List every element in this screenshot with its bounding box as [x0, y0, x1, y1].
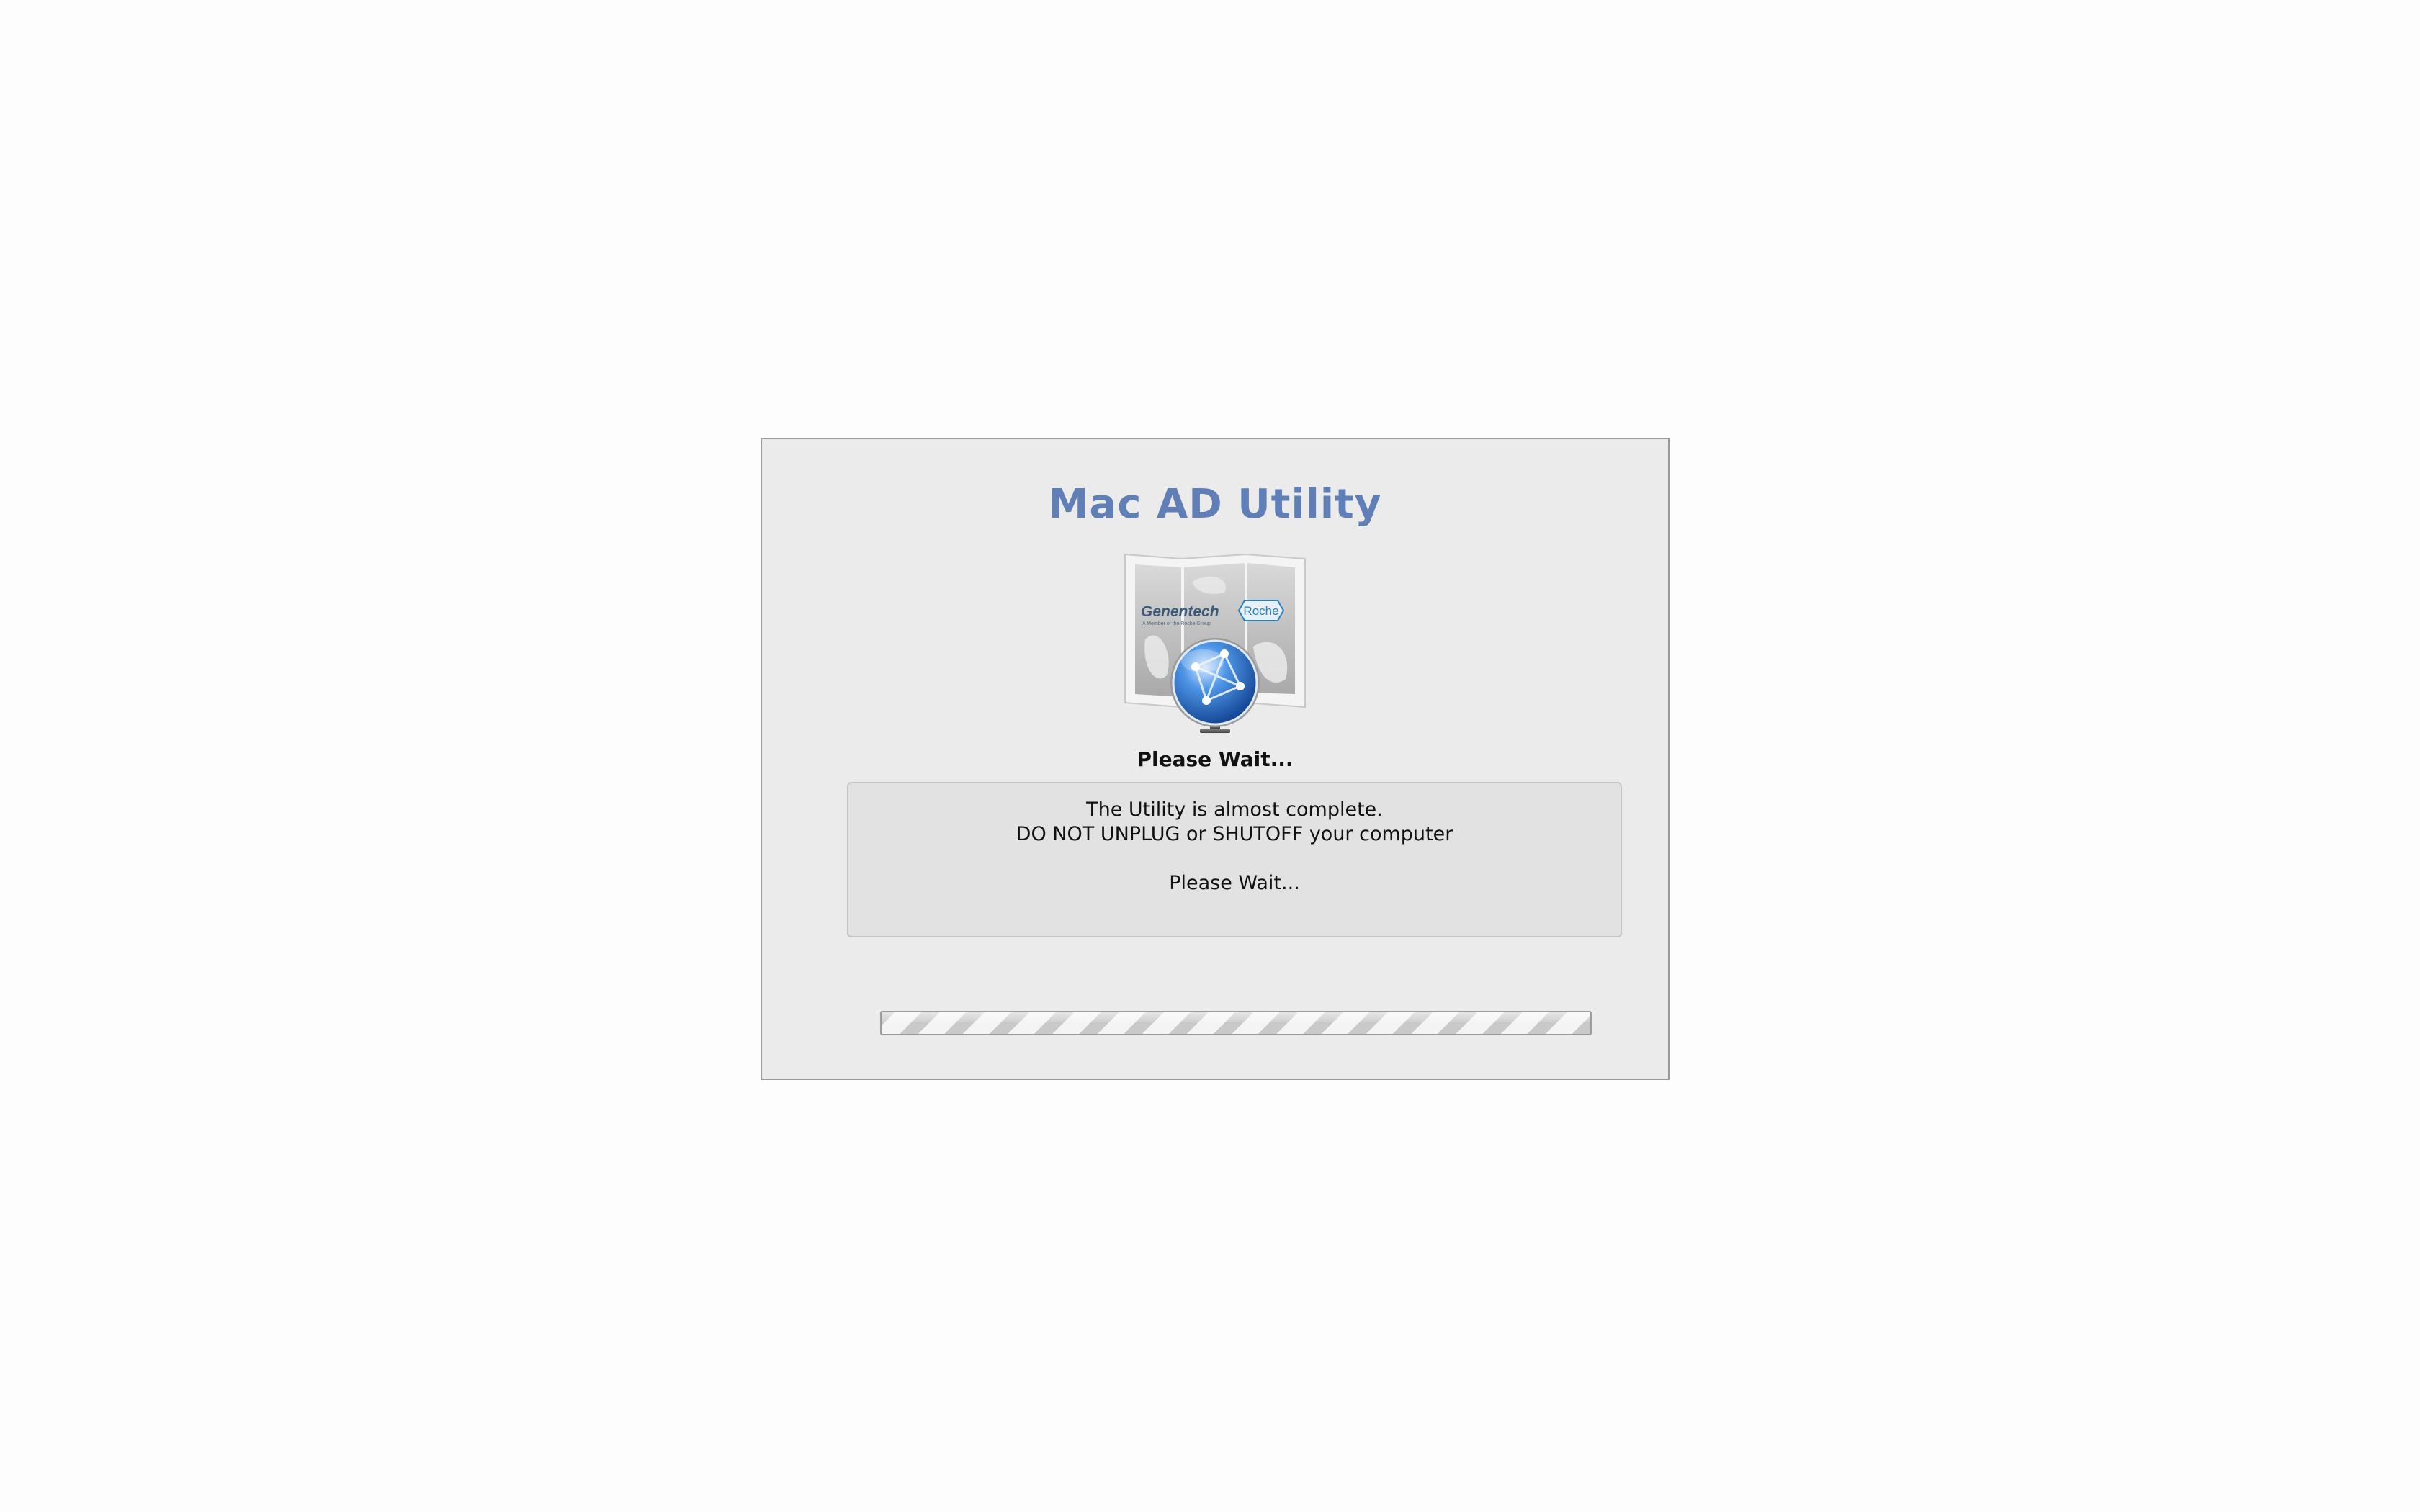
svg-text:Genentech: Genentech [1141, 603, 1219, 620]
utility-dialog: Mac AD Utility Genentech A Member of the… [761, 438, 1670, 1080]
network-globe-map-icon: Genentech A Member of the Roche Group Ro… [1124, 553, 1307, 736]
message-line-3: Please Wait... [1169, 872, 1300, 894]
message-line-1: The Utility is almost complete. [1086, 798, 1383, 821]
status-heading: Please Wait... [1137, 747, 1294, 771]
message-box: The Utility is almost complete. DO NOT U… [847, 782, 1622, 937]
message-line-2: DO NOT UNPLUG or SHUTOFF your computer [1016, 823, 1453, 845]
svg-text:A Member of the Roche Group: A Member of the Roche Group [1142, 621, 1211, 626]
dialog-title: Mac AD Utility [1048, 481, 1382, 528]
svg-text:Roche: Roche [1243, 604, 1278, 618]
indeterminate-progress-bar [880, 1011, 1592, 1035]
